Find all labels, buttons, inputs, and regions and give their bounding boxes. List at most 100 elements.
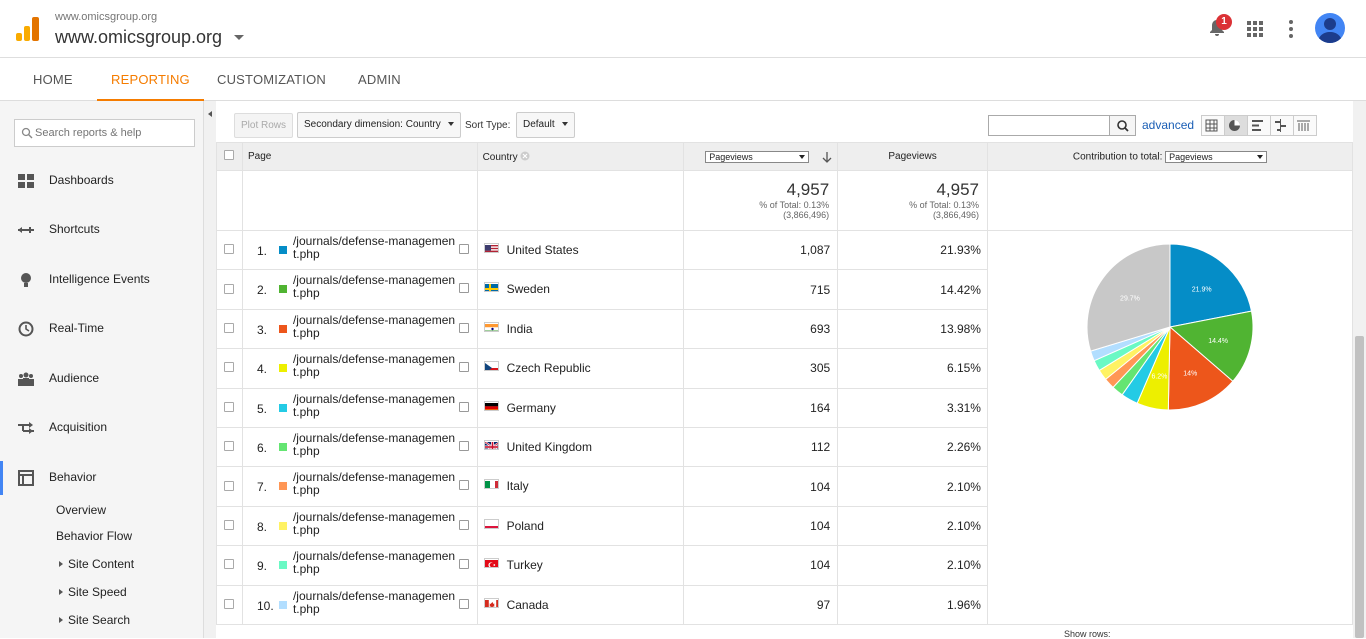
open-external-icon[interactable] [458, 283, 469, 294]
open-external-icon[interactable] [458, 519, 469, 530]
table-filter-search[interactable] [988, 115, 1136, 136]
contribution-metric-select[interactable]: Pageviews [1165, 150, 1268, 163]
sidebar-item-dashboards[interactable]: Dashboards [0, 164, 203, 198]
open-external-icon[interactable] [458, 559, 469, 570]
sort-type-dropdown[interactable]: Default [516, 112, 575, 138]
open-external-icon[interactable] [458, 598, 469, 609]
country-name[interactable]: Turkey [507, 558, 543, 572]
page-path-link[interactable]: /journals/defense-management.php [293, 589, 458, 616]
advanced-filter-link[interactable]: advanced [1142, 118, 1194, 132]
row-checkbox[interactable] [224, 441, 235, 452]
sidebar-item-audience[interactable]: Audience [0, 362, 203, 396]
property-selector[interactable]: www.omicsgroup.org [55, 27, 222, 48]
row-checkbox[interactable] [224, 362, 235, 373]
page-path-link[interactable]: /journals/defense-management.php [293, 235, 458, 261]
page-path-link[interactable]: /journals/defense-management.php [293, 510, 458, 537]
pageviews-value: 104 [683, 505, 839, 547]
bar-view-icon[interactable] [1248, 116, 1271, 135]
table-row[interactable]: 1. /journals/defense-management.php United… [216, 229, 1354, 625]
column-header-country[interactable]: Country [476, 142, 685, 171]
column-header-pageviews[interactable]: Pageviews [837, 142, 988, 171]
row-checkbox[interactable] [224, 480, 235, 491]
sidebar-item-shortcuts[interactable]: Shortcuts [0, 213, 203, 247]
country-name[interactable]: Canada [507, 598, 549, 612]
country-name[interactable]: United Kingdom [507, 440, 592, 454]
scrollbar-thumb[interactable] [1355, 336, 1364, 638]
row-checkbox[interactable] [224, 283, 235, 294]
row-number: 1. [256, 244, 267, 258]
pie-view-icon[interactable] [1225, 116, 1248, 135]
row-select-cell [216, 426, 243, 468]
country-name[interactable]: India [507, 322, 533, 336]
row-checkbox[interactable] [224, 322, 235, 333]
totals-metric-cell: 4,957 % of Total: 0.13% (3,866,496) [683, 170, 839, 231]
sidebar-subitem-behavior-flow[interactable]: Behavior Flow [56, 529, 132, 543]
sidebar-collapse-handle[interactable] [203, 101, 216, 638]
page-cell: 2. /journals/defense-management.php [241, 269, 478, 310]
sidebar-item-intelligence-events[interactable]: Intelligence Events [0, 263, 203, 297]
tab-customization[interactable]: CUSTOMIZATION [217, 58, 326, 101]
open-external-icon[interactable] [458, 362, 469, 373]
country-cell: Italy [476, 466, 685, 507]
user-avatar[interactable] [1315, 13, 1345, 43]
plot-rows-button[interactable]: Plot Rows [234, 113, 294, 138]
notification-badge[interactable]: 1 [1216, 14, 1232, 30]
select-all-checkbox[interactable] [224, 150, 235, 160]
page-scrollbar[interactable] [1353, 101, 1366, 638]
sidebar-subitem-overview[interactable]: Overview [56, 503, 106, 517]
row-checkbox[interactable] [224, 598, 235, 609]
row-select-cell [216, 269, 243, 310]
sidebar-search[interactable] [14, 119, 195, 147]
table-search-button[interactable] [1109, 116, 1135, 135]
sidebar-subitem-site-content[interactable]: Site Content [59, 557, 134, 571]
totals-empty-cell [216, 170, 243, 231]
chevron-down-icon[interactable] [234, 35, 244, 40]
search-reports-input[interactable] [35, 123, 191, 143]
comparison-view-icon[interactable] [1271, 116, 1294, 135]
remove-dimension-icon[interactable] [520, 151, 530, 161]
secondary-dimension-dropdown[interactable]: Secondary dimension: Country [297, 112, 461, 138]
acquisition-arrows-icon [18, 422, 34, 434]
column-header-metric[interactable]: Pageviews [683, 142, 839, 171]
country-name[interactable]: Poland [507, 519, 544, 533]
page-path-link[interactable]: /journals/defense-management.php [293, 313, 458, 340]
more-options-icon[interactable] [1289, 20, 1293, 38]
clock-icon [18, 321, 34, 337]
row-checkbox[interactable] [224, 401, 235, 412]
open-external-icon[interactable] [458, 480, 469, 491]
tab-reporting[interactable]: REPORTING [97, 58, 204, 101]
sort-descending-icon[interactable] [822, 152, 832, 163]
totals-contribution-cell [986, 170, 1354, 231]
page-path-link[interactable]: /journals/defense-management.php [293, 550, 458, 576]
open-external-icon[interactable] [458, 401, 469, 412]
country-name[interactable]: Sweden [507, 282, 550, 296]
open-external-icon[interactable] [458, 244, 469, 254]
row-checkbox[interactable] [224, 519, 235, 530]
row-checkbox[interactable] [224, 559, 235, 570]
metric-select[interactable]: Pageviews [705, 150, 810, 163]
apps-grid-icon[interactable] [1247, 21, 1263, 37]
tab-admin[interactable]: ADMIN [358, 58, 401, 101]
page-path-link[interactable]: /journals/defense-management.php [293, 353, 458, 379]
tab-home[interactable]: HOME [33, 58, 73, 101]
page-path-link[interactable]: /journals/defense-management.php [293, 471, 458, 497]
page-path-link[interactable]: /journals/defense-management.php [293, 274, 458, 300]
sidebar-item-real-time[interactable]: Real-Time [0, 312, 203, 346]
column-header-page[interactable]: Page [241, 142, 478, 171]
sidebar-subitem-site-speed[interactable]: Site Speed [59, 585, 127, 599]
row-checkbox[interactable] [224, 244, 235, 255]
open-external-icon[interactable] [458, 440, 469, 451]
open-external-icon[interactable] [458, 322, 469, 333]
table-view-icon[interactable] [1202, 116, 1225, 135]
country-name[interactable]: Italy [507, 479, 529, 493]
country-name[interactable]: Germany [507, 401, 556, 415]
sidebar-subitem-site-search[interactable]: Site Search [59, 613, 130, 627]
country-name[interactable]: Czech Republic [507, 361, 591, 375]
page-path-link[interactable]: /journals/defense-management.php [293, 392, 458, 419]
pivot-view-icon[interactable] [1294, 116, 1316, 135]
sidebar-item-acquisition[interactable]: Acquisition [0, 411, 203, 445]
country-name[interactable]: United States [507, 243, 579, 257]
analytics-logo-icon[interactable] [16, 17, 40, 41]
page-path-link[interactable]: /journals/defense-management.php [293, 431, 458, 458]
sidebar-item-behavior[interactable]: Behavior [0, 461, 203, 495]
